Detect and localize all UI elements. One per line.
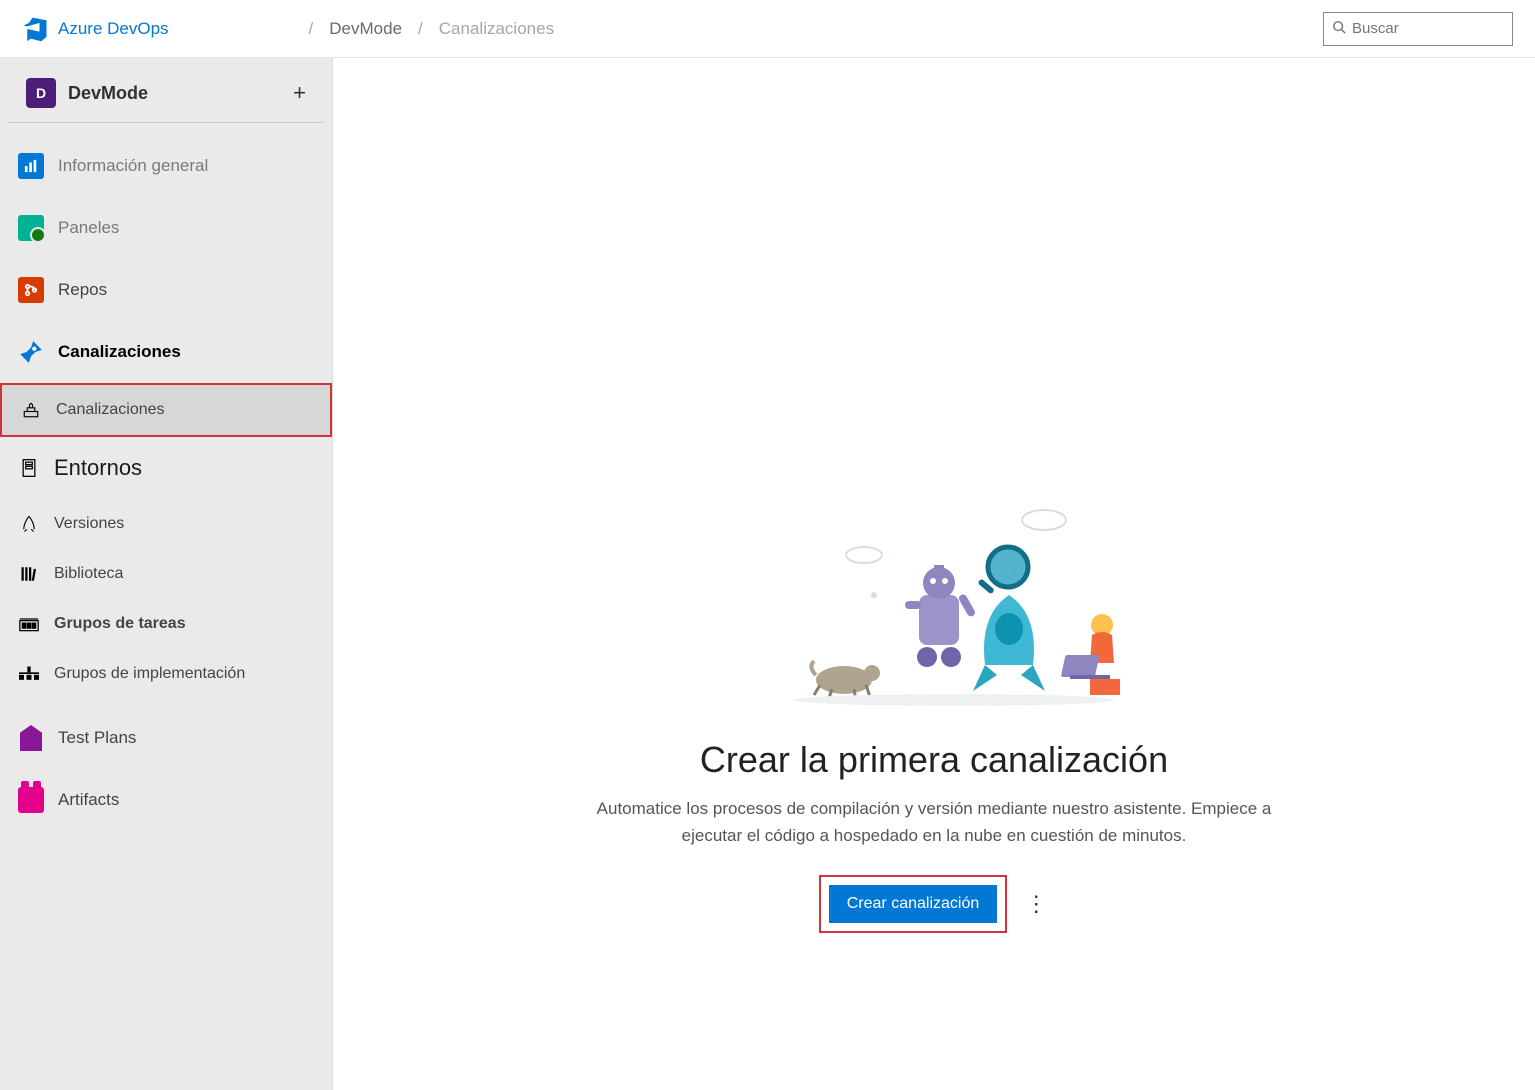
callout-highlight-pipelines-sub: Canalizaciones — [0, 383, 332, 437]
sidebar-subitem-library[interactable]: Biblioteca — [0, 549, 332, 599]
search-icon — [1332, 20, 1346, 37]
empty-state: Crear la primera canalización Automatice… — [584, 495, 1284, 933]
sidebar-subitem-deploygroups[interactable]: Grupos de implementación — [0, 649, 332, 699]
project-avatar: D — [26, 78, 56, 108]
sidebar-subitem-label: Grupos de implementación — [54, 665, 245, 683]
main-content: Crear la primera canalización Automatice… — [333, 58, 1535, 1090]
search-box[interactable] — [1323, 12, 1513, 46]
empty-state-title: Crear la primera canalización — [584, 739, 1284, 781]
sidebar-item-boards[interactable]: Paneles — [0, 197, 332, 259]
sidebar-item-artifacts[interactable]: Artifacts — [0, 769, 332, 831]
sidebar-item-label: Artifacts — [58, 790, 119, 810]
sidebar-item-label: Canalizaciones — [58, 342, 181, 362]
azure-devops-logo-icon — [22, 15, 50, 43]
top-header: Azure DevOps / DevMode / Canalizaciones — [0, 0, 1535, 58]
repos-icon — [18, 277, 44, 303]
library-icon — [18, 563, 40, 585]
build-icon — [20, 399, 42, 421]
sidebar-item-repos[interactable]: Repos — [0, 259, 332, 321]
sidebar-subitem-label: Versiones — [54, 515, 124, 533]
more-options-icon[interactable]: ⋮ — [1025, 891, 1049, 917]
search-input[interactable] — [1352, 20, 1535, 37]
cta-row: Crear canalización ⋮ — [584, 875, 1284, 933]
sidebar-item-label: Repos — [58, 280, 107, 300]
sidebar-subitem-label: Grupos de tareas — [54, 615, 186, 633]
sidebar-item-label: Paneles — [58, 218, 119, 238]
deploygroups-icon — [18, 663, 40, 685]
sidebar-item-testplans[interactable]: Test Plans — [0, 707, 332, 769]
sidebar-subitem-pipelines[interactable]: Canalizaciones — [2, 385, 330, 435]
callout-highlight-cta: Crear canalización — [819, 875, 1008, 933]
taskgroups-icon — [18, 613, 40, 635]
sidebar-item-pipelines[interactable]: Canalizaciones — [0, 321, 332, 383]
create-pipeline-button[interactable]: Crear canalización — [829, 885, 998, 923]
overview-icon — [18, 153, 44, 179]
pipelines-icon — [18, 339, 44, 365]
project-selector[interactable]: D DevMode + — [8, 64, 324, 123]
breadcrumb: / DevMode / Canalizaciones — [309, 19, 555, 39]
empty-illustration — [724, 495, 1144, 715]
sidebar-item-label: Test Plans — [58, 728, 136, 748]
sidebar: D DevMode + Información general Paneles … — [0, 58, 333, 1090]
sidebar-subitem-releases[interactable]: Versiones — [0, 499, 332, 549]
sidebar-subitem-label: Entornos — [54, 455, 142, 481]
project-name: DevMode — [68, 83, 281, 104]
breadcrumb-separator-icon: / — [418, 19, 423, 39]
testplans-icon — [18, 725, 44, 751]
boards-icon — [18, 215, 44, 241]
sidebar-subitem-label: Biblioteca — [54, 565, 123, 583]
breadcrumb-current: Canalizaciones — [439, 19, 554, 39]
sidebar-item-label: Información general — [58, 156, 208, 176]
breadcrumb-project[interactable]: DevMode — [329, 19, 402, 39]
empty-state-description: Automatice los procesos de compilación y… — [584, 795, 1284, 849]
environments-icon — [18, 457, 40, 479]
releases-icon — [18, 513, 40, 535]
brand-link[interactable]: Azure DevOps — [58, 19, 169, 39]
pipelines-submenu: Canalizaciones Entornos Versiones B — [0, 383, 332, 699]
breadcrumb-separator-icon: / — [309, 19, 314, 39]
sidebar-subitem-label: Canalizaciones — [56, 401, 165, 419]
add-icon[interactable]: + — [293, 80, 306, 106]
sidebar-subitem-environments[interactable]: Entornos — [0, 437, 332, 499]
artifacts-icon — [18, 787, 44, 813]
sidebar-subitem-taskgroups[interactable]: Grupos de tareas — [0, 599, 332, 649]
sidebar-item-overview[interactable]: Información general — [0, 135, 332, 197]
